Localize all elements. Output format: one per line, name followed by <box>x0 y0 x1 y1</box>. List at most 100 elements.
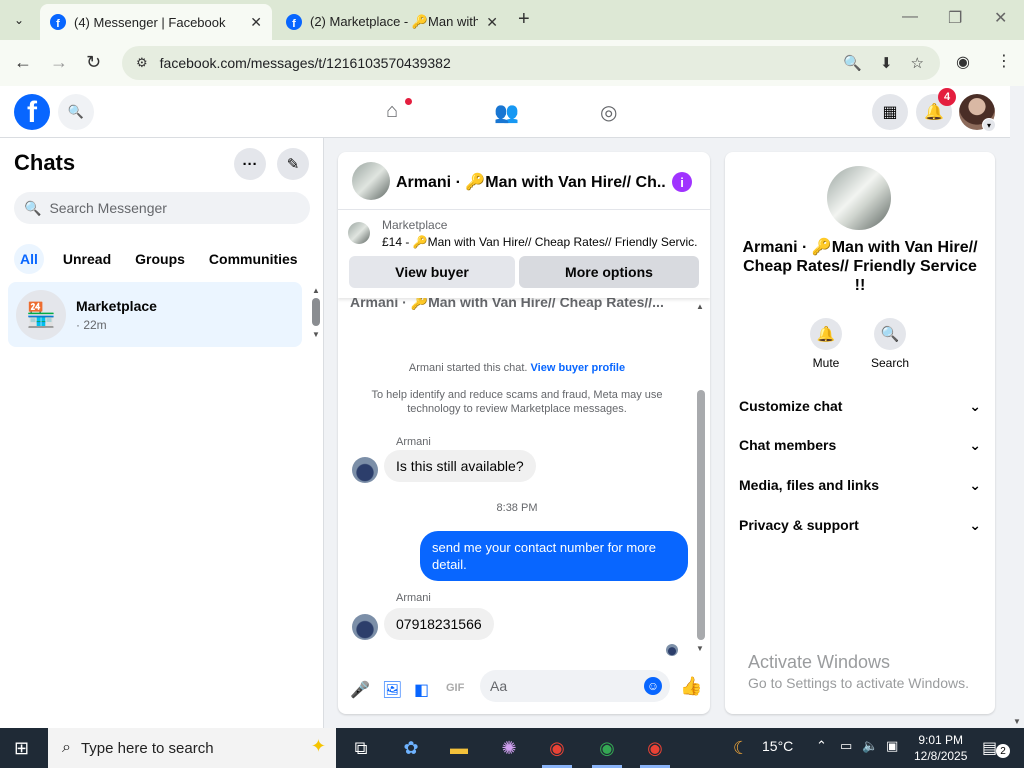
search-messenger-input[interactable]: 🔍 Search Messenger <box>14 192 310 224</box>
message-scrollbar[interactable]: ▲ ▼ <box>696 302 706 654</box>
menu-grid-icon[interactable]: ▦ <box>872 94 908 130</box>
thumbs-up-icon[interactable]: 👍 <box>680 676 702 697</box>
filter-all[interactable]: All <box>14 244 44 274</box>
facebook-logo[interactable]: f <box>14 94 50 130</box>
more-options-icon[interactable]: ··· <box>234 148 266 180</box>
scroll-up-icon[interactable]: ▲ <box>696 302 704 311</box>
close-window-button[interactable]: ✕ <box>994 8 1007 28</box>
message-placeholder: Aa <box>490 678 508 694</box>
meet-icon[interactable]: ▭ <box>840 738 852 754</box>
incoming-message[interactable]: Is this still available? <box>384 450 536 482</box>
listing-thumbnail[interactable] <box>348 222 370 244</box>
view-buyer-profile-link[interactable]: View buyer profile <box>531 362 626 374</box>
chevron-up-icon[interactable]: ⌃ <box>816 738 827 754</box>
chrome-icon[interactable]: ◉ <box>544 736 570 760</box>
notification-center-icon[interactable]: ▤ 2 <box>982 738 1010 758</box>
photo-icon[interactable]: 🖼 <box>382 680 402 700</box>
chrome-icon[interactable]: ◉ <box>594 736 620 760</box>
weather-temperature[interactable]: 15°C <box>762 738 793 754</box>
incoming-message[interactable]: 07918231566 <box>384 608 494 640</box>
sender-avatar[interactable] <box>352 457 378 483</box>
copilot-icon[interactable]: ✿ <box>398 736 424 760</box>
conversation-avatar[interactable] <box>352 162 390 200</box>
taskbar-search-box[interactable]: ⌕ Type here to search ✦ <box>48 728 336 768</box>
listing-title[interactable]: £14 - 🔑Man with Van Hire// Cheap Rates//… <box>382 235 698 249</box>
conversation-panel: Armani · 🔑Man with Van Hire// Ch... i Ma… <box>338 152 710 714</box>
conversation-title[interactable]: Armani · 🔑Man with Van Hire// Ch... <box>396 172 666 192</box>
taskbar-clock[interactable]: 9:01 PM 12/8/2025 <box>914 732 967 764</box>
restore-button[interactable]: ❐ <box>948 8 962 28</box>
minimize-button[interactable]: — <box>902 8 918 26</box>
outgoing-message[interactable]: send me your contact number for more det… <box>420 531 688 581</box>
groups-icon[interactable]: ◎ <box>600 100 617 125</box>
conversation-name: Marketplace <box>76 298 157 314</box>
forward-button[interactable]: → <box>50 52 68 73</box>
site-settings-icon[interactable]: ⚙ <box>136 55 148 71</box>
message-composer: 🎤 🖼 ◧ GIF Aa ☺ 👍 <box>338 668 710 714</box>
chrome-icon[interactable]: ◉ <box>642 736 668 760</box>
gif-icon[interactable]: GIF <box>446 682 464 694</box>
filter-communities[interactable]: Communities <box>204 244 303 274</box>
file-explorer-icon[interactable]: ▬ <box>446 736 472 760</box>
microphone-icon[interactable]: 🎤 <box>350 680 370 700</box>
search-action[interactable]: 🔍 Search <box>860 318 920 370</box>
friends-icon[interactable]: 👥 <box>494 100 519 125</box>
chat-list-scrollbar[interactable]: ▲ ▼ <box>312 286 320 340</box>
tab-search-menu[interactable]: ⌄ <box>6 8 32 32</box>
listing-source-label: Marketplace <box>382 218 448 232</box>
bookmark-star-icon[interactable]: ☆ <box>911 54 924 72</box>
task-view-icon[interactable]: ⧉ <box>348 736 374 760</box>
facebook-search-icon[interactable]: 🔍 <box>58 94 94 130</box>
new-message-icon[interactable]: ✎ <box>277 148 309 180</box>
browser-menu-icon[interactable]: ⋮ <box>996 51 1012 71</box>
network-icon[interactable]: ▣ <box>886 738 898 754</box>
app-icon[interactable]: ✺ <box>496 736 522 760</box>
close-tab-icon[interactable]: ✕ <box>486 14 498 31</box>
scroll-up-icon[interactable]: ▲ <box>312 286 320 295</box>
tab-messenger[interactable]: f (4) Messenger | Facebook ✕ <box>40 4 272 40</box>
conversation-info-icon[interactable]: i <box>672 172 692 192</box>
scroll-down-icon[interactable]: ▼ <box>312 330 320 339</box>
marketplace-listing-bar: Marketplace £14 - 🔑Man with Van Hire// C… <box>338 210 710 298</box>
tab-title: (2) Marketplace - 🔑Man with V <box>310 14 479 29</box>
view-buyer-button[interactable]: View buyer <box>349 256 515 288</box>
message-sender: Armani <box>396 436 431 448</box>
volume-icon[interactable]: 🔈 <box>862 738 878 754</box>
scroll-thumb[interactable] <box>312 298 320 326</box>
browser-profile-icon[interactable]: ◉ <box>956 52 970 72</box>
back-button[interactable]: ← <box>14 52 32 73</box>
filter-groups[interactable]: Groups <box>130 244 190 274</box>
page-scrollbar[interactable]: ▼ <box>1010 86 1024 728</box>
url-text[interactable]: facebook.com/messages/t/1216103570439382 <box>160 55 451 71</box>
scroll-down-icon[interactable]: ▼ <box>1013 717 1021 726</box>
filter-unread[interactable]: Unread <box>58 244 116 274</box>
mute-action[interactable]: 🔔 Mute <box>796 318 856 370</box>
search-icon: ⌕ <box>62 739 71 756</box>
windows-start-icon[interactable]: ⊞ <box>14 738 29 759</box>
chat-members-section[interactable]: Chat members ⌄ <box>739 437 981 454</box>
weather-moon-icon[interactable]: ☾ <box>728 736 754 760</box>
watermark-title: Activate Windows <box>748 652 891 672</box>
account-caret-icon[interactable]: ▾ <box>982 118 996 132</box>
message-input[interactable]: Aa <box>480 670 670 702</box>
conversation-header: Armani · 🔑Man with Van Hire// Ch... i <box>338 152 710 210</box>
new-tab-button[interactable]: + <box>518 8 530 31</box>
close-tab-icon[interactable]: ✕ <box>250 14 262 31</box>
scroll-down-icon[interactable]: ▼ <box>696 644 704 653</box>
sticker-icon[interactable]: ◧ <box>414 680 429 700</box>
info-avatar[interactable] <box>827 166 891 230</box>
conversation-marketplace[interactable]: 🏪 Marketplace · 22m <box>8 282 302 347</box>
emoji-icon[interactable]: ☺ <box>644 677 662 695</box>
more-options-button[interactable]: More options <box>519 256 699 288</box>
zoom-icon[interactable]: 🔍 <box>843 54 862 72</box>
customize-chat-section[interactable]: Customize chat ⌄ <box>739 398 981 415</box>
reload-button[interactable]: ↻ <box>86 52 101 73</box>
home-icon[interactable]: ⌂ <box>386 100 398 123</box>
media-files-links-section[interactable]: Media, files and links ⌄ <box>739 477 981 494</box>
sender-avatar[interactable] <box>352 614 378 640</box>
scroll-thumb[interactable] <box>697 390 705 640</box>
omnibox[interactable]: ⚙ facebook.com/messages/t/12161035704393… <box>122 46 940 80</box>
tab-marketplace[interactable]: f (2) Marketplace - 🔑Man with V ✕ <box>276 4 508 40</box>
install-app-icon[interactable]: ⬇ <box>880 54 893 72</box>
privacy-support-section[interactable]: Privacy & support ⌄ <box>739 517 981 534</box>
